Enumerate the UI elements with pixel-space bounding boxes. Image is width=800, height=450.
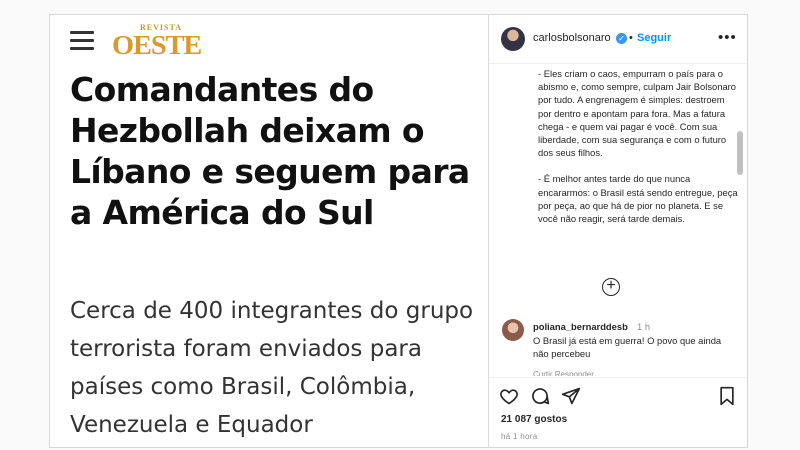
follow-button[interactable]: Seguir [637, 32, 671, 44]
comment-actions[interactable]: Curtir Responder [533, 370, 594, 376]
share-icon[interactable] [561, 386, 581, 406]
comment-time: 1 h [637, 321, 651, 332]
heart-icon[interactable] [499, 386, 519, 406]
comment-avatar[interactable] [502, 319, 524, 341]
post-caption: - Eles criam o caos, empurram o país par… [538, 67, 738, 277]
revista-oeste-logo[interactable]: REVISTA OESTE [112, 23, 204, 59]
caption-paragraph: - É melhor antes tarde do que nunca enca… [538, 173, 738, 225]
separator-dot: • [629, 32, 633, 44]
bookmark-icon[interactable] [717, 386, 737, 406]
article-panel: REVISTA OESTE Comandantes do Hezbollah d… [50, 15, 488, 447]
article-subheadline: Cerca de 400 integrantes do grupo terror… [70, 298, 474, 438]
likes-count[interactable]: 21 087 gostos [501, 414, 567, 425]
comment-username[interactable]: poliana_bernarddesb [533, 321, 628, 332]
more-icon[interactable]: ••• [718, 29, 737, 46]
scrollbar[interactable] [737, 131, 743, 175]
username[interactable]: carlosbolsonaro [533, 32, 611, 44]
post-actions: 21 087 gostos há 1 hora [489, 377, 747, 447]
verified-icon: ✓ [616, 33, 627, 44]
comment-icon[interactable] [530, 386, 550, 406]
article-headline: Comandantes do Hezbollah deixam o Líbano… [70, 70, 470, 232]
post-timestamp: há 1 hora [501, 432, 538, 441]
post-header: carlosbolsonaro ✓ • Seguir ••• [489, 15, 747, 64]
screenshot-frame: REVISTA OESTE Comandantes do Hezbollah d… [49, 14, 748, 448]
add-comment-icon[interactable]: + [602, 278, 620, 296]
logo-big-text: OESTE [112, 30, 202, 60]
instagram-panel: carlosbolsonaro ✓ • Seguir ••• - Eles cr… [488, 15, 747, 447]
caption-paragraph: - Eles criam o caos, empurram o país par… [538, 68, 737, 159]
comment-text: O Brasil já está em guerra! O povo que a… [533, 335, 722, 359]
hamburger-icon[interactable] [70, 31, 94, 50]
avatar[interactable] [501, 27, 525, 51]
